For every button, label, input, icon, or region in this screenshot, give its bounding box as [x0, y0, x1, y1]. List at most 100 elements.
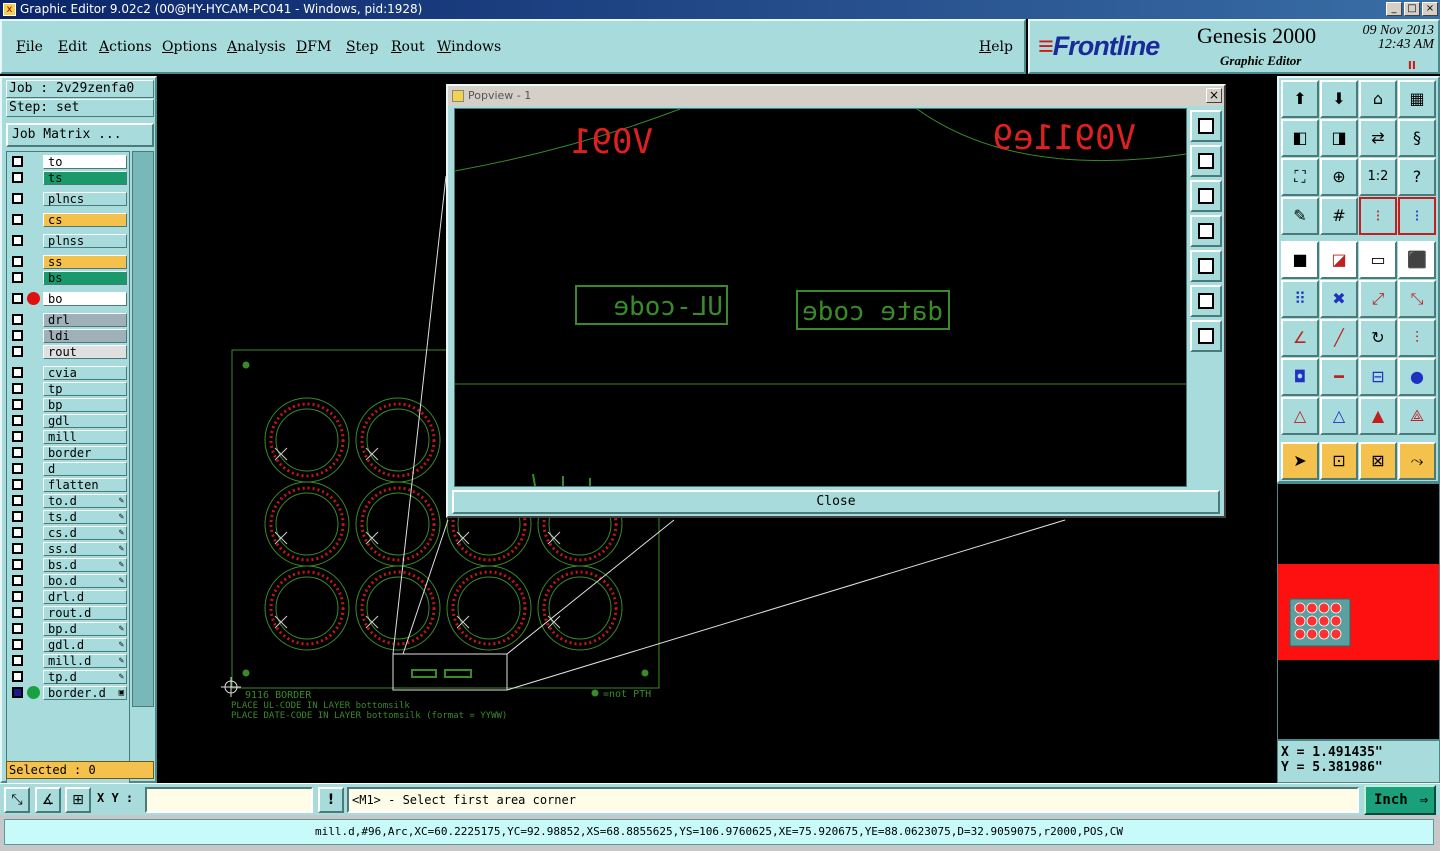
layer-row[interactable]: ss	[9, 255, 128, 269]
pointer-icon[interactable]: ➤	[1281, 442, 1319, 480]
menu-step[interactable]: Step	[346, 39, 378, 55]
delete-point-icon[interactable]: ✖	[1320, 280, 1358, 318]
scale-one-to-two-icon[interactable]: 1:2	[1359, 158, 1397, 196]
popview-close-button[interactable]: Close	[452, 490, 1220, 514]
layer-checkbox[interactable]	[12, 543, 23, 554]
layer-name[interactable]: bo.d ✎	[43, 574, 127, 588]
layer-row[interactable]: rout	[9, 345, 128, 359]
layer-name[interactable]: cvia	[43, 366, 127, 380]
layer-row[interactable]: flatten	[9, 478, 128, 492]
overview-map[interactable]	[1277, 483, 1440, 740]
layer-row[interactable]: rout.d	[9, 606, 128, 620]
arc-icon[interactable]: ↻	[1359, 319, 1397, 357]
menu-windows[interactable]: Windows	[437, 39, 501, 55]
triangle-outline-icon[interactable]: ⟁	[1398, 397, 1436, 435]
layer-row[interactable]: to	[9, 155, 128, 169]
layer-checkbox[interactable]	[12, 607, 23, 618]
triangle-icon[interactable]: △	[1281, 397, 1319, 435]
layer-checkbox[interactable]	[12, 591, 23, 602]
layer-name[interactable]: border	[43, 446, 127, 460]
layer-name[interactable]: rout	[43, 345, 127, 359]
menu-options[interactable]: Options	[162, 39, 217, 55]
layer-row[interactable]: bp	[9, 398, 128, 412]
layer-checkbox[interactable]	[12, 293, 23, 304]
snap-red-icon[interactable]: ⁝	[1359, 197, 1397, 235]
snap-corner-icon[interactable]: ⤡	[4, 787, 30, 813]
layer-name[interactable]: drl	[43, 313, 127, 327]
minimize-button[interactable]: _	[1386, 2, 1402, 16]
layer-checkbox[interactable]	[12, 527, 23, 538]
layer-name[interactable]: bp.d ✎	[43, 622, 127, 636]
zoom-center-icon[interactable]: ⊕	[1320, 158, 1358, 196]
layer-checkbox[interactable]	[12, 511, 23, 522]
group-icon[interactable]: ●	[1398, 358, 1436, 396]
layer-checkbox[interactable]	[12, 687, 23, 698]
layer-row[interactable]: bo.d ✎	[9, 574, 128, 588]
tools-palette-icon[interactable]: ✎	[1281, 197, 1319, 235]
layer-name[interactable]: ts.d ✎	[43, 510, 127, 524]
menu-help[interactable]: Help	[979, 39, 1013, 55]
pause-icon[interactable]: II	[1408, 59, 1416, 72]
popview-close-icon[interactable]: ×	[1206, 88, 1222, 103]
layer-checkbox[interactable]	[12, 671, 23, 682]
layer-row[interactable]: gdl.d ✎	[9, 638, 128, 652]
layer-checkbox[interactable]	[12, 431, 23, 442]
pointer-path-icon[interactable]: ⤳	[1398, 442, 1436, 480]
layer-name[interactable]: ss	[43, 255, 127, 269]
layer-name[interactable]: tp.d ✎	[43, 670, 127, 684]
triangle-blue-icon[interactable]: △	[1320, 397, 1358, 435]
popview-pan-up-button[interactable]	[1190, 145, 1222, 177]
job-matrix-button[interactable]: Job Matrix ...	[6, 123, 154, 147]
zoom-fit-icon[interactable]: ⛶	[1281, 158, 1319, 196]
line-icon[interactable]: ━	[1320, 358, 1358, 396]
mirror-icon[interactable]: ⫶	[1398, 319, 1436, 357]
popview-zoom-window-button[interactable]	[1190, 110, 1222, 142]
layer-row[interactable]: plnss	[9, 234, 128, 248]
menu-actions[interactable]: Actions	[99, 39, 152, 55]
layer-checkbox[interactable]	[12, 575, 23, 586]
layer-row[interactable]: cs.d ✎	[9, 526, 128, 540]
help-query-icon[interactable]: ?	[1398, 158, 1436, 196]
menu-rout[interactable]: Rout	[391, 39, 425, 55]
layer-row[interactable]: cs	[9, 213, 128, 227]
measure-icon[interactable]: ◪	[1320, 241, 1358, 279]
layer-row[interactable]: ts	[9, 171, 128, 185]
layer-name[interactable]: cs	[43, 213, 127, 227]
menu-edit[interactable]: Edit	[58, 39, 87, 55]
ruler-icon[interactable]: ▭	[1359, 241, 1397, 279]
layer-row[interactable]: drl	[9, 313, 128, 327]
layer-name[interactable]: to.d ✎	[43, 494, 127, 508]
snap-grid-icon[interactable]: ⊞	[65, 787, 91, 813]
layer-row[interactable]: ts.d ✎	[9, 510, 128, 524]
layer-checkbox[interactable]	[12, 463, 23, 474]
move-point-icon[interactable]: ⤢	[1359, 280, 1397, 318]
select-area-icon[interactable]: ⬛	[1398, 241, 1436, 279]
layer-checkbox[interactable]	[12, 235, 23, 246]
unit-selector[interactable]: Inch ⇒	[1364, 785, 1436, 815]
menu-analysis[interactable]: Analysis	[227, 39, 286, 55]
layer-row[interactable]: to.d ✎	[9, 494, 128, 508]
layer-checkbox[interactable]	[12, 447, 23, 458]
layer-name[interactable]: gdl.d ✎	[43, 638, 127, 652]
layer-row[interactable]: d	[9, 462, 128, 476]
layer-checkbox[interactable]	[12, 214, 23, 225]
menu-dfm[interactable]: DFM	[296, 39, 331, 55]
layer-checkbox[interactable]	[12, 383, 23, 394]
layer-name[interactable]: bp	[43, 398, 127, 412]
layer-row[interactable]: bp.d ✎	[9, 622, 128, 636]
maximize-button[interactable]: □	[1404, 2, 1420, 16]
layer-name[interactable]: flatten	[43, 478, 127, 492]
pointer-box2-icon[interactable]: ⊠	[1359, 442, 1397, 480]
layer-checkbox[interactable]	[12, 256, 23, 267]
layer-checkbox[interactable]	[12, 495, 23, 506]
layer-checkbox[interactable]	[12, 193, 23, 204]
layer-row[interactable]: mill	[9, 430, 128, 444]
popview-pan-right-button[interactable]	[1190, 250, 1222, 282]
pointer-box-icon[interactable]: ⊡	[1320, 442, 1358, 480]
pan-right-icon[interactable]: ◨	[1320, 119, 1358, 157]
layer-name[interactable]: plnss	[43, 234, 127, 248]
layer-name[interactable]: plncs	[43, 192, 127, 206]
layer-row[interactable]: tp	[9, 382, 128, 396]
layer-row[interactable]: bo	[9, 292, 128, 306]
layer-checkbox[interactable]	[12, 559, 23, 570]
